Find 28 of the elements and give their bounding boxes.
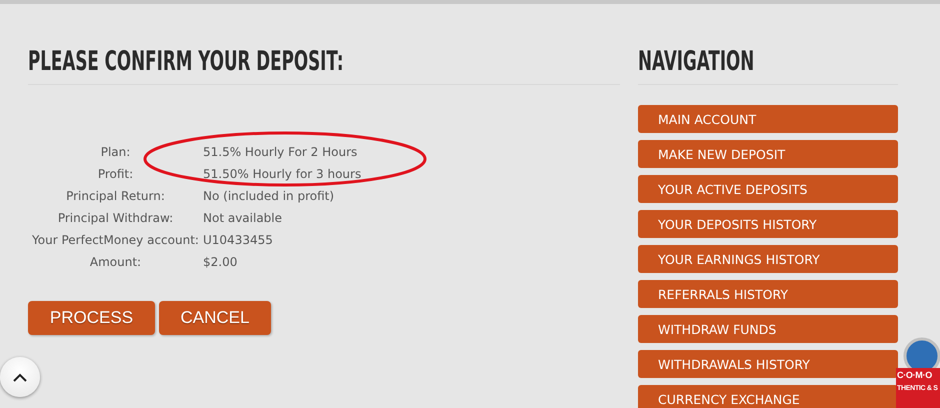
nav-item[interactable]: CURRENCY EXCHANGE [638, 385, 898, 408]
navigation-heading: NAVIGATION [638, 45, 754, 79]
detail-label: Principal Return: [66, 188, 165, 205]
nav-item[interactable]: WITHDRAWALS HISTORY [638, 350, 898, 378]
detail-value: Not available [203, 210, 284, 227]
process-button[interactable]: PROCESS [28, 301, 155, 335]
page-heading: PLEASE CONFIRM YOUR DEPOSIT: [28, 45, 344, 79]
detail-value: No (included in profit) [203, 188, 336, 205]
detail-value: U10433455 [203, 232, 274, 249]
scroll-top-button[interactable] [0, 357, 40, 397]
chevron-up-icon [13, 372, 27, 382]
detail-label: Amount: [90, 254, 142, 271]
detail-label: Principal Withdraw: [58, 210, 174, 227]
detail-label: Plan: [100, 144, 130, 161]
nav-item[interactable]: YOUR EARNINGS HISTORY [638, 245, 898, 273]
detail-label: Profit: [98, 166, 134, 183]
detail-value: 51.50% Hourly for 3 hours [203, 166, 362, 183]
nav-item[interactable]: MAKE NEW DEPOSIT [638, 140, 898, 168]
cancel-button[interactable]: CANCEL [159, 301, 271, 335]
detail-label: Your PerfectMoney account: [32, 232, 199, 249]
nav-item[interactable]: MAIN ACCOUNT [638, 105, 898, 133]
seal-brand: C·O·M·O [896, 369, 933, 382]
nav-item[interactable]: YOUR DEPOSITS HISTORY [638, 210, 898, 238]
nav-item[interactable]: WITHDRAW FUNDS [638, 315, 898, 343]
detail-value: $2.00 [203, 254, 238, 271]
detail-value: 51.5% Hourly For 2 Hours [203, 144, 358, 161]
nav-item[interactable]: REFERRALS HISTORY [638, 280, 898, 308]
nav-item[interactable]: YOUR ACTIVE DEPOSITS [638, 175, 898, 203]
